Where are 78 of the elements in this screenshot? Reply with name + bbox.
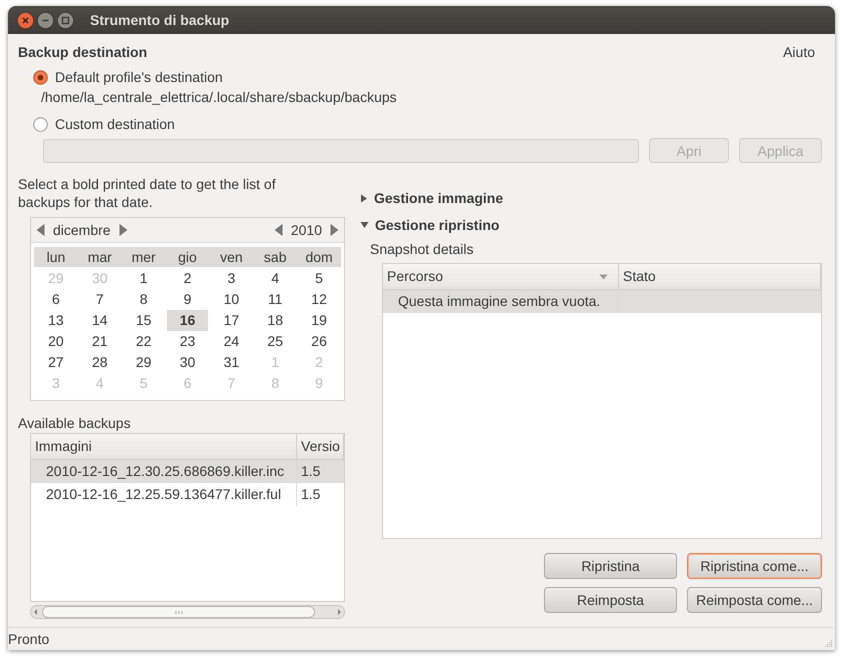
close-icon[interactable] [17, 12, 34, 28]
weekday-label: gio [177, 249, 198, 265]
horizontal-scrollbar[interactable] [30, 605, 345, 619]
month-label: dicembre [53, 222, 111, 238]
status-text: Pronto [8, 631, 50, 647]
calendar-day[interactable]: 27 [35, 352, 77, 373]
calendar-day[interactable]: 12 [298, 289, 340, 310]
radio-button[interactable] [33, 70, 48, 84]
column-header[interactable]: Immagini [31, 434, 297, 460]
calendar-day[interactable]: 15 [122, 310, 165, 331]
path-field[interactable] [43, 138, 639, 162]
calendar-day[interactable]: 20 [35, 331, 77, 352]
section-heading: Backup destination [18, 44, 148, 60]
calendar-day[interactable]: 4 [254, 268, 296, 289]
radio-button[interactable] [33, 116, 48, 132]
calendar-day[interactable]: 19 [298, 310, 340, 331]
calendar-day[interactable]: 2 [166, 268, 208, 289]
action-button[interactable]: Ripristina [544, 553, 677, 579]
weekday-label: dom [304, 249, 334, 265]
previous-month-icon[interactable] [35, 223, 47, 237]
table-cell[interactable]: 1.5 [297, 460, 344, 483]
calendar-day[interactable]: 1 [122, 268, 165, 289]
next-month-icon[interactable] [116, 223, 129, 237]
calendar-day[interactable]: 11 [254, 289, 296, 310]
weekday-label: sab [262, 249, 288, 265]
calendar-day[interactable]: 6 [35, 289, 77, 310]
calendar-day[interactable]: 26 [298, 331, 340, 352]
calendar-day[interactable]: 3 [210, 268, 252, 289]
calendar-day[interactable]: 10 [210, 289, 252, 310]
calendar-day[interactable]: 23 [166, 331, 208, 352]
minimize-icon[interactable] [37, 12, 54, 28]
calendar-day[interactable]: 28 [78, 352, 121, 373]
maximize-icon[interactable] [57, 12, 74, 28]
previous-year-icon[interactable] [272, 223, 285, 237]
expander-label[interactable]: Gestione immagine [374, 190, 504, 206]
weekday-label: mar [86, 249, 113, 265]
year-label: 2010 [290, 222, 322, 238]
calendar-day[interactable]: 17 [210, 310, 252, 331]
table-cell[interactable] [619, 290, 821, 313]
calendar-day[interactable]: 31 [210, 352, 252, 373]
expander-arrow-icon[interactable] [360, 194, 368, 202]
calendar-day[interactable]: 7 [78, 289, 121, 310]
calendar-day[interactable]: 14 [78, 310, 121, 331]
column-header[interactable]: Versio [297, 434, 344, 460]
calendar-day[interactable]: 5 [298, 268, 340, 289]
table-cell[interactable]: 1.5 [297, 483, 344, 506]
help-link[interactable]: Aiuto [783, 44, 815, 60]
expander-label[interactable]: Gestione ripristino [375, 217, 500, 233]
table-cell[interactable]: 2010-12-16_12.30.25.686869.killer.inc [31, 460, 297, 483]
section-label: Snapshot details [370, 240, 475, 259]
expander-arrow-icon[interactable] [360, 221, 369, 229]
weekday-label: mer [130, 249, 157, 265]
calendar-day[interactable]: 29 [122, 352, 165, 373]
instruction-text: Select a bold printed date to get the list of backups for that date. [18, 175, 277, 211]
calendar-day[interactable]: 21 [78, 331, 121, 352]
window-title: Strumento di backup [90, 12, 230, 28]
calendar-day[interactable]: 16 [166, 310, 208, 331]
weekday-label: ven [219, 249, 244, 265]
section-label: Available backups [18, 414, 132, 433]
radio-label[interactable]: Custom destination [55, 116, 175, 132]
weekday-label: lun [46, 249, 66, 265]
radio-label[interactable]: Default profile's destination [55, 69, 223, 85]
calendar-day[interactable]: 18 [254, 310, 296, 331]
action-button[interactable]: Reimposta come... [687, 587, 822, 613]
column-header[interactable]: Stato [619, 264, 821, 290]
calendar-day[interactable]: 9 [166, 289, 208, 310]
next-year-icon[interactable] [328, 223, 340, 237]
calendar-day[interactable]: 25 [254, 331, 296, 352]
action-button[interactable]: Reimposta [544, 587, 677, 613]
calendar-day[interactable]: 22 [122, 331, 165, 352]
calendar-day[interactable]: 13 [35, 310, 77, 331]
table-cell[interactable]: Questa immagine sembra vuota. [383, 290, 619, 313]
table-cell[interactable]: 2010-12-16_12.25.59.136477.killer.ful [31, 483, 297, 506]
calendar-day[interactable]: 24 [210, 331, 252, 352]
action-button[interactable]: Ripristina come... [687, 553, 822, 579]
destination-path: /home/la_centrale_elettrica/.local/share/sbackup/backups [41, 88, 398, 107]
calendar-day[interactable]: 30 [166, 352, 208, 373]
calendar-day[interactable]: 8 [122, 289, 165, 310]
